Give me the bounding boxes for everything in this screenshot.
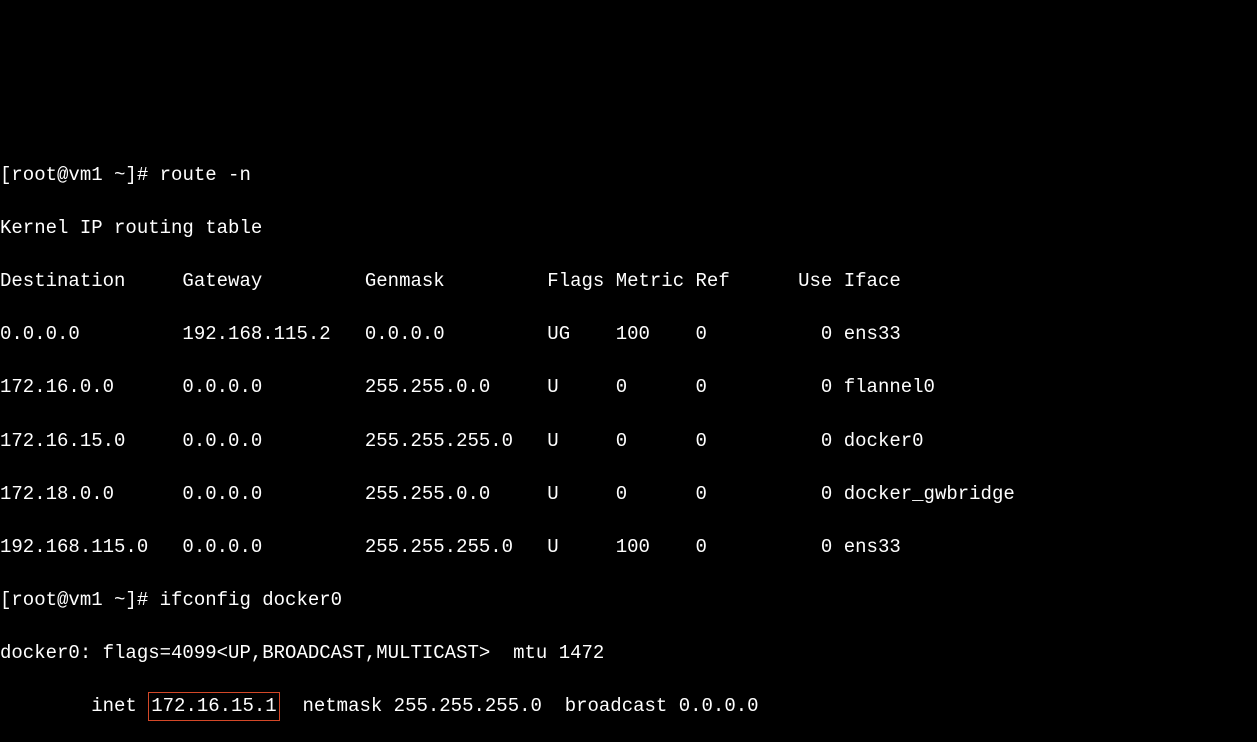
route-row: 0.0.0.0 192.168.115.2 0.0.0.0 UG 100 0 0…: [0, 321, 1257, 348]
prompt: [root@vm1 ~]#: [0, 164, 160, 186]
route-row: 172.18.0.0 0.0.0.0 255.255.0.0 U 0 0 0 d…: [0, 481, 1257, 508]
docker0-inet: inet 172.16.15.1 netmask 255.255.255.0 b…: [0, 693, 1257, 720]
terminal[interactable]: [root@vm1 ~]# route -n Kernel IP routing…: [0, 133, 1257, 742]
command-text: ifconfig docker0: [160, 589, 342, 611]
prompt: [root@vm1 ~]#: [0, 589, 160, 611]
docker0-flags: docker0: flags=4099<UP,BROADCAST,MULTICA…: [0, 640, 1257, 667]
cmd-line-2: [root@vm1 ~]# ifconfig docker0: [0, 587, 1257, 614]
inet-prefix: inet: [0, 695, 148, 717]
route-row: 192.168.115.0 0.0.0.0 255.255.255.0 U 10…: [0, 534, 1257, 561]
cmd-line-1: [root@vm1 ~]# route -n: [0, 162, 1257, 189]
route-row: 172.16.15.0 0.0.0.0 255.255.255.0 U 0 0 …: [0, 428, 1257, 455]
route-header: Destination Gateway Genmask Flags Metric…: [0, 268, 1257, 295]
inet-suffix: netmask 255.255.255.0 broadcast 0.0.0.0: [280, 695, 759, 717]
command-text: route -n: [160, 164, 251, 186]
docker0-ip-highlight: 172.16.15.1: [148, 692, 279, 721]
route-title: Kernel IP routing table: [0, 215, 1257, 242]
route-row: 172.16.0.0 0.0.0.0 255.255.0.0 U 0 0 0 f…: [0, 374, 1257, 401]
